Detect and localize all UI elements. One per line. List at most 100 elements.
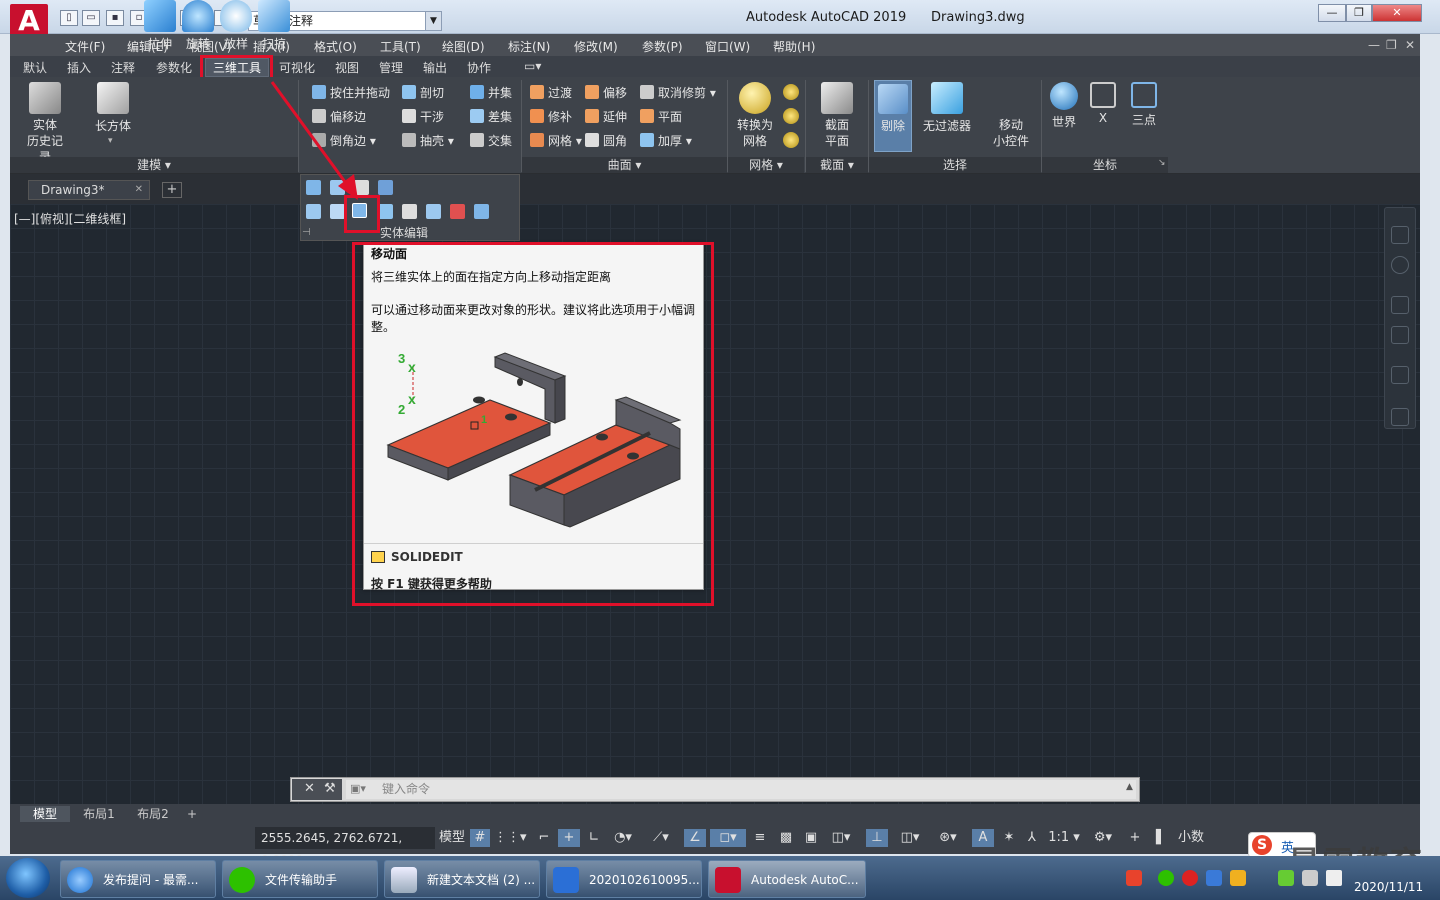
command-prompt-icon[interactable]: ▣▾ bbox=[350, 782, 366, 795]
mesh-panel-label[interactable]: 网格 ▾ bbox=[728, 157, 804, 173]
section-plane-button[interactable]: 截面 平面 bbox=[815, 82, 859, 149]
imprint-icon[interactable] bbox=[426, 204, 441, 219]
culling-button[interactable]: 剔除 bbox=[874, 84, 912, 134]
menu-dimension[interactable]: 标注(N) bbox=[508, 38, 550, 55]
menu-window[interactable]: 窗口(W) bbox=[705, 38, 750, 55]
taskbar-item-browser[interactable]: 发布提问 - 最需... bbox=[60, 860, 216, 898]
interfere-button[interactable]: 干涉 bbox=[402, 108, 444, 125]
network-button[interactable]: 网格 ▾ bbox=[530, 132, 582, 149]
minimize-button[interactable]: — bbox=[1318, 4, 1346, 22]
menu-file[interactable]: 文件(F) bbox=[65, 38, 105, 55]
box-button[interactable]: 长方体 bbox=[90, 82, 136, 134]
workspace-gear-icon[interactable]: ⚙▾ bbox=[1086, 829, 1120, 847]
3d-object-snap-icon[interactable]: ◫▾ bbox=[826, 829, 856, 847]
taskbar-item-notepad[interactable]: 新建文本文档 (2) ... bbox=[384, 860, 540, 898]
mesh-crease-icon[interactable] bbox=[783, 132, 799, 148]
steering-wheel-icon[interactable] bbox=[1391, 256, 1409, 274]
gizmo-icon[interactable]: ⊛▾ bbox=[930, 829, 966, 847]
tab-manage[interactable]: 管理 bbox=[379, 59, 403, 76]
close-button[interactable]: ✕ bbox=[1372, 4, 1422, 22]
volume-icon[interactable] bbox=[1326, 870, 1342, 886]
tab-output[interactable]: 输出 bbox=[423, 59, 447, 76]
add-layout-button[interactable]: + bbox=[182, 806, 202, 822]
doc-close-icon[interactable]: ✕ bbox=[1405, 38, 1415, 52]
wechat-tray-icon[interactable] bbox=[1158, 870, 1174, 886]
command-input[interactable]: 键入命令 bbox=[346, 780, 1136, 799]
mesh-refine-icon[interactable] bbox=[783, 108, 799, 124]
new-file-icon[interactable]: ▯ bbox=[60, 10, 78, 26]
object-snap-tracking-icon[interactable]: ∠ bbox=[684, 829, 706, 847]
network-tray-icon[interactable] bbox=[1230, 870, 1246, 886]
section-panel-label[interactable]: 截面 ▾ bbox=[806, 157, 868, 173]
panel-launcher-icon[interactable]: ↘ bbox=[1158, 158, 1166, 168]
document-tab[interactable]: Drawing3* ✕ bbox=[28, 180, 150, 200]
ortho-icon[interactable]: ∟ bbox=[584, 829, 604, 847]
drawing-area[interactable] bbox=[10, 204, 1420, 804]
units-icon[interactable]: ▌ bbox=[1152, 829, 1170, 847]
menu-tools[interactable]: 工具(T) bbox=[380, 38, 421, 55]
revolve-button[interactable]: 旋转 bbox=[178, 0, 218, 52]
zoom-icon[interactable] bbox=[1391, 326, 1409, 344]
start-button[interactable] bbox=[6, 858, 50, 898]
extrude-button[interactable]: 拉伸 bbox=[140, 0, 180, 52]
solid-history-button[interactable]: 实体 历史记录 bbox=[22, 82, 68, 165]
tab-default[interactable]: 默认 bbox=[23, 59, 47, 76]
wrench-icon[interactable]: ⚒ bbox=[324, 781, 336, 796]
sogou-tray-icon[interactable] bbox=[1126, 870, 1142, 886]
coordinates-readout[interactable]: 2555.2645, 2762.6721, 0.0000 bbox=[255, 827, 435, 867]
polar-tracking-icon[interactable]: ◔▾ bbox=[608, 829, 638, 847]
isodraft-icon[interactable]: ⟋▾ bbox=[646, 829, 676, 847]
taskbar-item-autocad[interactable]: Autodesk AutoC... bbox=[708, 860, 866, 898]
extend-button[interactable]: 延伸 bbox=[585, 108, 627, 125]
shell-button[interactable]: 抽壳 ▾ bbox=[402, 132, 454, 149]
blend-button[interactable]: 过渡 bbox=[530, 84, 572, 101]
new-tab-button[interactable]: + bbox=[162, 182, 182, 198]
object-snap-icon[interactable]: ◻▾ bbox=[710, 829, 746, 847]
selection-filter-icon[interactable]: ◫▾ bbox=[892, 829, 928, 847]
no-filter-button[interactable]: 无过滤器 bbox=[922, 82, 972, 134]
doc-minimize-icon[interactable]: — bbox=[1368, 38, 1380, 52]
save-icon[interactable]: ▪ bbox=[106, 10, 124, 26]
delete-faces-icon[interactable] bbox=[378, 204, 393, 219]
untrim-button[interactable]: 取消修剪 ▾ bbox=[640, 84, 716, 101]
surface-offset-button[interactable]: 偏移 bbox=[585, 84, 627, 101]
close-command-icon[interactable]: ✕ bbox=[304, 781, 315, 796]
rotate-faces-icon[interactable] bbox=[330, 204, 345, 219]
annotation-monitor-icon[interactable]: + bbox=[1124, 829, 1146, 847]
restore-button[interactable]: ❐ bbox=[1346, 4, 1372, 22]
mesh-smooth-icon[interactable] bbox=[783, 84, 799, 100]
snap-icon[interactable]: ⋮⋮▾ bbox=[494, 829, 527, 847]
doc-restore-icon[interactable]: ❐ bbox=[1386, 38, 1397, 52]
infer-constraints-icon[interactable]: ⌐ bbox=[534, 829, 554, 847]
tab-visualize[interactable]: 可视化 bbox=[279, 59, 315, 76]
slice-button[interactable]: 剖切 bbox=[402, 84, 444, 101]
weibo-tray-icon[interactable] bbox=[1182, 870, 1198, 886]
offset-faces-icon[interactable] bbox=[306, 204, 321, 219]
move-gizmo-button[interactable]: 移动 小控件 bbox=[988, 82, 1034, 149]
showmotion-icon[interactable] bbox=[1391, 408, 1409, 426]
pan-hand-icon[interactable] bbox=[1391, 296, 1409, 314]
close-tab-icon[interactable]: ✕ bbox=[135, 181, 143, 199]
taskbar-item-wechat[interactable]: 文件传输助手 bbox=[222, 860, 378, 898]
ucs-x-button[interactable]: X bbox=[1086, 82, 1120, 125]
grid-icon[interactable]: # bbox=[470, 829, 490, 847]
tab-model[interactable]: 模型 bbox=[20, 806, 70, 822]
menu-modify[interactable]: 修改(M) bbox=[574, 38, 618, 55]
display-tray-icon[interactable] bbox=[1302, 870, 1318, 886]
units-dropdown[interactable]: 小数 bbox=[1174, 829, 1244, 847]
ucs-3point-button[interactable]: 三点 bbox=[1124, 82, 1164, 128]
dynamic-input-icon[interactable]: + bbox=[558, 829, 580, 847]
transparency-icon[interactable]: ▩ bbox=[776, 829, 796, 847]
tab-annotate[interactable]: 注释 bbox=[111, 59, 135, 76]
nvidia-tray-icon[interactable] bbox=[1278, 870, 1294, 886]
clock-date[interactable]: 2020/11/11 bbox=[1354, 880, 1423, 894]
convert-to-mesh-button[interactable]: 转换为 网格 bbox=[732, 82, 778, 149]
annotation-scale-icon[interactable]: ⅄ bbox=[1022, 829, 1042, 847]
taskbar-item-document[interactable]: 2020102610095... bbox=[546, 860, 702, 898]
tab-parametric[interactable]: 参数化 bbox=[156, 59, 192, 76]
command-history-icon[interactable]: ▲ bbox=[1126, 782, 1133, 792]
dynamic-ucs-icon[interactable]: ⊥ bbox=[866, 829, 888, 847]
menu-format[interactable]: 格式(O) bbox=[314, 38, 357, 55]
color-faces-icon[interactable] bbox=[378, 180, 393, 195]
ucs-world-button[interactable]: 世界 bbox=[1046, 82, 1082, 130]
